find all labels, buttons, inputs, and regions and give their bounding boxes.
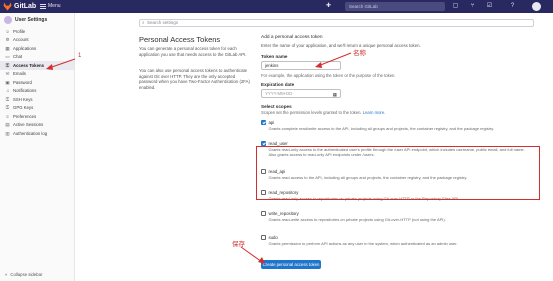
token-name-input[interactable]: jenkins [261,61,341,70]
scope-description: Grants permission to perform API actions… [268,241,458,246]
sidebar-item-active-sessions[interactable]: ▤ Active Sessions [0,121,74,130]
scope-description: Grants complete read/write access to the… [268,126,495,131]
scope-name: write_repository [268,211,299,216]
form-heading: Add a personal access token [261,35,323,40]
annotation-number-1: 1 [78,53,82,59]
scopes-help-text: Scopes set the permission levels granted… [261,110,362,115]
account-icon: ⚙ [5,37,10,43]
settings-search-placeholder: Search settings [147,20,179,25]
sidebar-item-gpg-keys[interactable]: ⚿ GPG Keys [0,104,74,113]
settings-sidebar: User Settings ☺ Profile ⚙ Account ▦ Applica… [0,13,75,281]
sidebar-item-label: Chat [13,54,23,60]
sidebar-item-label: Active Sessions [13,122,44,128]
arrow-to-create-button [240,246,263,263]
expiration-date-placeholder: YYYY-MM-DD [265,91,293,96]
collapse-sidebar-button[interactable]: « Collapse sidebar [5,272,42,277]
form-subheading: Enter the name of your application, and … [261,43,421,48]
create-token-button[interactable]: Create personal access token [261,260,321,269]
issues-icon[interactable]: ▢ [452,3,459,10]
create-new-icon[interactable]: ✚ [325,3,332,10]
sidebar-item-label: Applications [13,45,37,51]
bell-icon: ♫ [5,88,10,94]
page-title: Personal Access Tokens [139,35,221,44]
sidebar-title: User Settings [15,17,48,23]
sessions-icon: ▤ [5,122,10,128]
scope-sudo-checkbox[interactable] [261,235,266,240]
log-icon: ▥ [5,130,10,136]
applications-icon: ▦ [5,45,10,51]
scope-write-repository-checkbox[interactable] [261,211,266,216]
todo-icon[interactable]: ☑ [486,3,493,10]
learn-more-link[interactable]: Learn more. [363,110,386,115]
sidebar-item-label: Preferences [13,113,37,119]
sidebar-item-label: Password [13,79,32,85]
merge-requests-icon[interactable]: ⑂ [469,3,476,10]
lock-icon: ▣ [5,79,10,85]
selected-scopes-highlight [256,146,540,200]
sidebar-item-label: Account [13,37,29,43]
key-icon: ⚿ [5,96,10,102]
top-navbar: GitLab Menu ✚ Search GitLab ▢ ⑂ ☑ ? [0,0,553,13]
sidebar-item-password[interactable]: ▣ Password [0,78,74,87]
expiration-date-input[interactable]: YYYY-MM-DD ▦ [261,89,341,98]
sidebar-item-label: Notifications [13,88,37,94]
key-icon: ⚿ [5,62,10,68]
sidebar-item-access-tokens[interactable]: ⚿ Access Tokens [0,61,74,70]
sidebar-avatar [4,16,12,24]
search-icon: ⌕ [142,20,145,25]
sidebar-item-authentication-log[interactable]: ▥ Authentication log [0,129,74,138]
annotation-name-note: 名称 [353,49,366,57]
sidebar-item-chat[interactable]: ▭ Chat [0,53,74,62]
global-search-input[interactable]: Search GitLab [345,2,445,11]
select-scopes-label: Select scopes [261,104,292,109]
sidebar-item-emails[interactable]: ✉ Emails [0,70,74,79]
scope-name: sudo [268,235,278,240]
sidebar-item-label: Profile [13,28,26,34]
profile-icon: ☺ [5,28,10,34]
sidebar-item-label: Emails [13,71,26,77]
mail-icon: ✉ [5,71,10,77]
calendar-icon[interactable]: ▦ [333,91,337,98]
sidebar-item-label: GPG Keys [13,105,34,111]
preferences-icon: ≡ [6,113,9,119]
scope-write-repository: write_repository Grants read-write acces… [261,211,531,222]
sidebar-item-label: Access Tokens [13,62,44,68]
sidebar-header[interactable]: User Settings [0,13,74,27]
sidebar-item-ssh-keys[interactable]: ⚿ SSH Keys [0,95,74,104]
menu-button[interactable]: Menu [40,2,61,11]
expiration-date-label: Expiration date [261,82,295,87]
sidebar-item-preferences[interactable]: ≡ Preferences [0,112,74,121]
menu-label: Menu [48,3,61,9]
collapse-label: Collapse sidebar [10,272,43,277]
chat-icon: ▭ [5,54,10,60]
scope-name: api [268,120,275,125]
brand-name[interactable]: GitLab [14,2,36,11]
user-avatar[interactable] [532,2,541,11]
pat-description-2fa: You can also use personal access tokens … [139,68,250,90]
token-name-help: For example, the application using the t… [261,73,396,78]
key-icon: ⚿ [5,105,10,111]
scope-api: api Grants complete read/write access to… [261,120,531,131]
sidebar-item-label: Authentication log [13,130,48,136]
collapse-icon: « [5,272,8,277]
scopes-help: Scopes set the permission levels granted… [261,110,385,115]
scope-api-checkbox[interactable] [261,120,266,125]
sidebar-item-notifications[interactable]: ♫ Notifications [0,87,74,96]
annotation-save-note: 保存 [232,240,245,248]
pat-description: You can generate a personal access token… [139,46,247,57]
hamburger-icon [40,4,46,9]
help-icon[interactable]: ? [509,3,516,10]
sidebar-item-account[interactable]: ⚙ Account [0,36,74,45]
gitlab-logo-icon[interactable] [3,2,12,11]
scope-description: Grants read-write access to repositories… [268,217,446,222]
sidebar-item-profile[interactable]: ☺ Profile [0,27,74,36]
scope-sudo: sudo Grants permission to perform API ac… [261,235,531,246]
settings-search-input[interactable]: ⌕ Search settings [139,19,534,27]
sidebar-item-applications[interactable]: ▦ Applications [0,44,74,53]
sidebar-item-label: SSH Keys [13,96,33,102]
token-name-label: Token name [261,54,288,59]
